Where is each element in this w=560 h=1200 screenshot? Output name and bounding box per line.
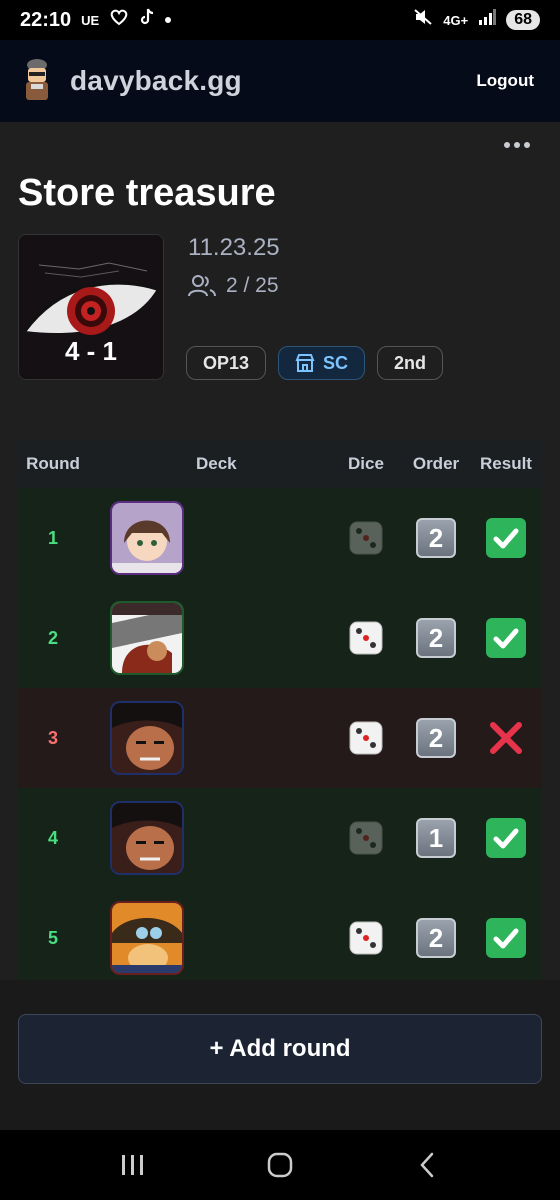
brand-name[interactable]: davyback.gg (70, 65, 242, 97)
header-result: Result (480, 454, 532, 473)
order-badge: 1 (416, 818, 456, 858)
win-check-icon (486, 618, 526, 658)
player-count: 2 / 25 (188, 274, 279, 298)
battery-level: 68 (506, 10, 540, 30)
order-badge: 2 (416, 718, 456, 758)
dice-icon (347, 519, 385, 557)
carrier-label: UE (81, 12, 100, 28)
table-row[interactable]: 4 1 (18, 788, 542, 888)
table-row[interactable]: 1 2 (18, 488, 542, 588)
deck-avatar[interactable] (110, 801, 184, 875)
notification-icon (109, 8, 129, 32)
home-icon[interactable] (250, 1140, 310, 1190)
logout-button[interactable]: Logout (476, 71, 534, 91)
set-tag[interactable]: OP13 (186, 346, 267, 380)
signal-icon (478, 9, 497, 31)
tiktok-icon (139, 8, 155, 32)
store-icon (295, 354, 315, 372)
win-check-icon (486, 518, 526, 558)
brand-logo-icon[interactable] (20, 56, 54, 106)
match-score: 4 - 1 (64, 336, 118, 366)
dice-icon (347, 619, 385, 657)
placement-tag[interactable]: 2nd (377, 346, 444, 380)
win-check-icon (486, 918, 526, 958)
status-time: 22:10 (20, 8, 72, 31)
table-row[interactable]: 5 2 (18, 888, 542, 988)
round-number: 1 (47, 527, 58, 548)
rounds-table: Round Deck Dice Order Result 1 2 2 2 3 2… (18, 440, 542, 988)
event-date: 11.23.25 (188, 234, 280, 261)
store-championship-tag[interactable]: SC (278, 346, 366, 380)
event-tags: OP13 SC 2nd (186, 346, 444, 380)
add-round-button[interactable]: + Add round (18, 1014, 542, 1084)
round-number: 4 (47, 827, 58, 848)
deck-avatar[interactable] (110, 701, 184, 775)
placement-tag-label: 2nd (394, 352, 427, 373)
app-header: davyback.gg Logout (0, 40, 560, 122)
recent-apps-icon[interactable] (103, 1140, 163, 1190)
loss-cross-icon (486, 718, 526, 758)
round-number: 3 (47, 727, 58, 748)
header-order: Order (412, 454, 460, 473)
order-badge: 2 (416, 518, 456, 558)
dice-icon (347, 719, 385, 757)
footer-actions: + Add round (0, 980, 560, 1130)
page-title: Store treasure (18, 172, 276, 214)
set-tag-label: OP13 (203, 352, 250, 373)
header-deck: Deck (196, 454, 237, 473)
dot-icon (165, 17, 172, 23)
users-icon (188, 275, 216, 297)
deck-avatar[interactable] (110, 901, 184, 975)
header-round: Round (26, 454, 80, 473)
dice-icon (347, 819, 385, 857)
order-badge: 2 (416, 618, 456, 658)
status-bar: 22:10 UE 4G+ 68 (0, 0, 560, 40)
deck-avatar[interactable] (110, 501, 184, 575)
win-check-icon (486, 818, 526, 858)
back-icon[interactable] (397, 1140, 457, 1190)
deck-avatar[interactable] (110, 601, 184, 675)
mute-icon (413, 8, 433, 32)
order-badge: 2 (416, 918, 456, 958)
dice-icon (347, 919, 385, 957)
table-row[interactable]: 2 2 (18, 588, 542, 688)
event-detail: Store treasure 4 - 1 11.23.25 2 / 25 OP1… (0, 122, 560, 988)
table-row[interactable]: 3 2 (18, 688, 542, 788)
header-dice: Dice (348, 454, 384, 473)
system-nav-bar (0, 1130, 560, 1200)
table-header: Round Deck Dice Order Result (18, 440, 542, 488)
round-number: 5 (47, 927, 58, 948)
more-options-icon[interactable] (504, 142, 530, 148)
event-thumbnail: 4 - 1 (18, 234, 164, 380)
player-count-value: 2 / 25 (226, 274, 279, 297)
network-label: 4G+ (443, 12, 469, 28)
store-tag-label: SC (323, 352, 349, 373)
round-number: 2 (47, 627, 58, 648)
